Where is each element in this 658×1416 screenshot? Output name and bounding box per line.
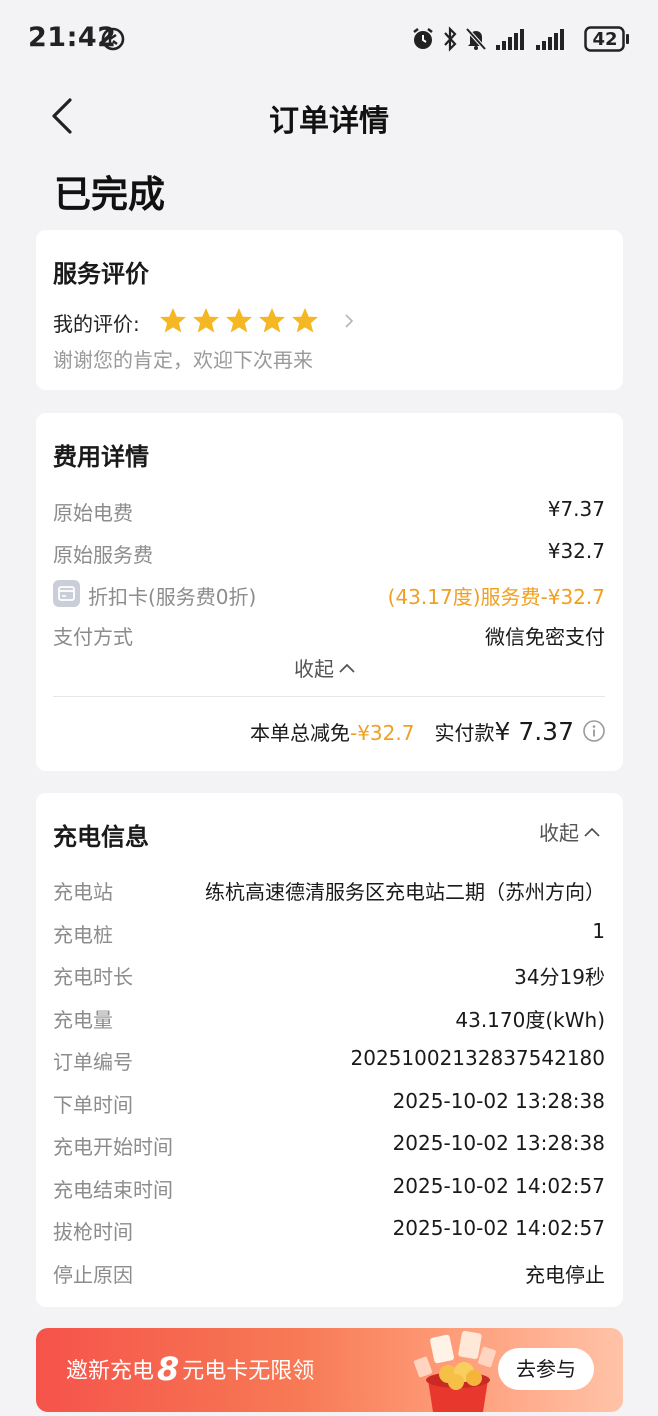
info-row-pile: 充电桩 1 [53,919,605,949]
fee-label: 原始服务费 [53,543,153,567]
fee-label: 支付方式 [53,625,133,649]
invite-promo-banner[interactable]: 邀新充电8 元电卡无限领 去参与 [36,1328,623,1412]
info-label: 充电桩 [53,923,113,947]
info-row-order-number: 订单编号 20251002132837542180 [53,1046,605,1076]
star-icon [226,308,252,333]
app-notification-icon [101,27,125,51]
charging-info-card: 充电信息 收起 充电站 练杭高速德清服务区充电站二期（苏州方向） 充电桩 1 充… [36,793,623,1307]
star-icon [292,308,318,333]
fee-value: ¥32.7 [547,539,605,563]
collapse-fees-button[interactable]: 收起 [294,653,356,682]
info-icon[interactable] [582,719,606,743]
info-value: 练杭高速德清服务区充电站二期（苏州方向） [205,880,605,904]
fee-row-service: 原始服务费 ¥32.7 [53,539,605,569]
collapse-charge-button[interactable]: 收起 [539,817,601,846]
fee-value-discount: (43.17度)服务费-¥32.7 [387,585,605,609]
info-row-unplug-time: 拔枪时间 2025-10-02 14:02:57 [53,1216,605,1246]
star-icon [160,308,186,333]
info-label: 停止原因 [53,1263,133,1287]
total-discount-label: 本单总减免 [249,721,350,745]
signal-icon-1 [496,29,524,50]
paid-amount: ¥ 7.37 [494,717,574,746]
info-row-order-time: 下单时间 2025-10-02 13:28:38 [53,1089,605,1119]
info-value: 20251002132837542180 [350,1046,606,1070]
banner-amount: 8 [157,1350,180,1388]
discount-card-icon [53,580,80,607]
battery-level: 42 [592,29,618,50]
my-rating-row[interactable]: 我的评价: [53,306,363,336]
fee-value: ¥7.37 [547,497,605,521]
info-label: 充电站 [53,880,113,904]
info-value: 43.170度(kWh) [455,1008,605,1032]
chevron-up-icon [584,827,600,837]
paid-label: 实付款 [434,721,495,745]
info-label: 充电量 [53,1008,113,1032]
total-row: 本单总减免-¥32.7 实付款¥ 7.37 [250,717,606,751]
chevron-up-icon [339,663,355,673]
info-value: 2025-10-02 13:28:38 [392,1089,605,1113]
banner-text: 邀新充电8 元电卡无限领 [66,1350,314,1388]
fee-value: 微信免密支付 [485,625,605,649]
info-row-start-time: 充电开始时间 2025-10-02 13:28:38 [53,1131,605,1161]
info-label: 充电开始时间 [53,1135,173,1159]
battery-indicator: 42 [584,26,630,52]
star-icon [193,308,219,333]
rating-stars [160,308,318,333]
info-label: 充电结束时间 [53,1178,173,1202]
fee-label: 原始电费 [53,501,133,525]
mute-bell-icon [465,27,487,51]
order-status: 已完成 [54,173,165,216]
info-row-end-time: 充电结束时间 2025-10-02 14:02:57 [53,1174,605,1204]
fee-row-electricity: 原始电费 ¥7.37 [53,497,605,527]
chevron-right-icon [345,314,354,328]
charge-card-title: 充电信息 [53,823,149,851]
info-row-stop-reason: 停止原因 充电停止 [53,1259,605,1289]
fee-card-title: 费用详情 [53,443,149,471]
collapse-label: 收起 [294,657,334,681]
rating-card-title: 服务评价 [53,260,149,288]
fee-label: 折扣卡(服务费0折) [88,585,257,609]
banner-text-prefix: 邀新充电 [66,1359,155,1384]
join-button[interactable]: 去参与 [498,1348,594,1390]
info-value: 充电停止 [525,1263,605,1287]
page-header: 订单详情 [0,80,658,152]
info-label: 订单编号 [53,1050,133,1074]
rating-thanks-text: 谢谢您的肯定，欢迎下次再来 [53,348,313,372]
fee-details-card: 费用详情 原始电费 ¥7.37 原始服务费 ¥32.7 折扣卡(服务费0折) (… [36,413,623,771]
status-icons: 42 [410,26,630,54]
info-row-station: 充电站 练杭高速德清服务区充电站二期（苏州方向） [53,876,605,906]
info-label: 下单时间 [53,1093,133,1117]
info-value: 2025-10-02 13:28:38 [392,1131,605,1155]
info-value: 2025-10-02 14:02:57 [392,1174,605,1198]
info-value: 2025-10-02 14:02:57 [392,1216,605,1240]
fee-row-discount-card: 折扣卡(服务费0折) (43.17度)服务费-¥32.7 [53,580,605,611]
status-bar: 21:42 42 [0,0,658,80]
my-rating-label: 我的评价: [53,312,140,336]
banner-text-suffix: 元电卡无限领 [182,1359,315,1384]
info-row-duration: 充电时长 34分19秒 [53,961,605,991]
fee-row-payment-method: 支付方式 微信免密支付 [53,621,605,651]
info-label: 充电时长 [53,965,133,989]
bluetooth-icon [444,26,457,52]
info-row-energy: 充电量 43.170度(kWh) [53,1004,605,1034]
collapse-label: 收起 [539,821,579,845]
info-value: 34分19秒 [514,965,605,989]
service-rating-card: 服务评价 我的评价: 谢谢您的肯定，欢迎下次再来 [36,230,623,390]
star-icon [259,308,285,333]
page-title: 订单详情 [269,104,389,139]
alarm-icon [413,28,433,49]
signal-icon-2 [536,29,564,50]
total-discount-value: -¥32.7 [349,721,415,745]
info-value: 1 [592,919,605,943]
info-label: 拔枪时间 [53,1220,133,1244]
divider [53,696,605,697]
